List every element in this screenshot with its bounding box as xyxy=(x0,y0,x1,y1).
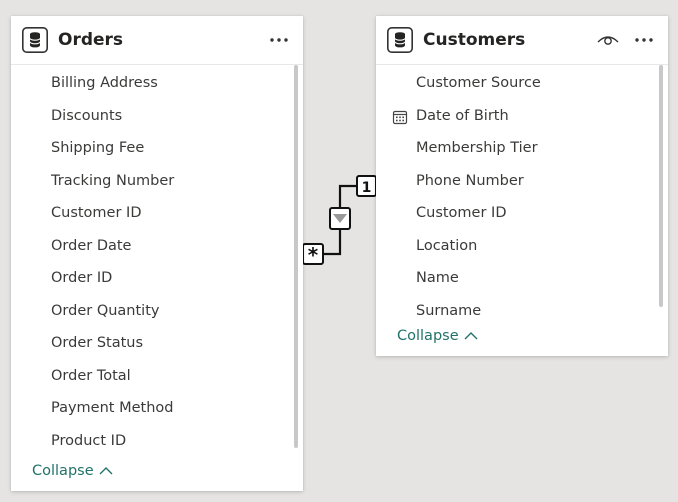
chevron-up-icon xyxy=(464,332,478,340)
orders-table-title: Orders xyxy=(58,30,124,50)
many-cardinality-marker: * xyxy=(302,243,324,267)
one-cardinality-label: 1 xyxy=(362,180,372,196)
orders-field-row[interactable]: Shipping Fee xyxy=(11,134,287,164)
field-label: Order ID xyxy=(51,270,113,286)
orders-field-row[interactable]: Product ID xyxy=(11,427,287,457)
orders-field-row[interactable]: Order ID xyxy=(11,264,287,294)
customers-collapse-button[interactable]: Collapse xyxy=(397,328,478,344)
field-label: Order Status xyxy=(51,335,144,351)
customers-field-row[interactable]: Surname xyxy=(376,297,652,327)
orders-field-row[interactable]: Billing Address xyxy=(11,69,287,99)
orders-field-row[interactable]: Payment Method xyxy=(11,394,287,424)
customers-field-row[interactable]: Name xyxy=(376,264,652,294)
field-label: Customer ID xyxy=(51,205,142,221)
field-label: Order Date xyxy=(51,237,132,254)
visibility-eye-icon[interactable] xyxy=(596,32,620,48)
customers-field-row[interactable]: Membership Tier xyxy=(376,134,652,164)
customers-table-title: Customers xyxy=(423,30,526,50)
orders-scrollbar[interactable] xyxy=(294,65,298,448)
orders-field-row[interactable]: Order Status xyxy=(11,329,287,359)
many-cardinality-label: * xyxy=(308,243,319,267)
field-label: Payment Method xyxy=(51,400,174,416)
customers-field-row[interactable]: Customer Source xyxy=(376,69,652,99)
orders-field-row[interactable]: Customer ID xyxy=(11,199,287,229)
customers-table-card[interactable]: Customers Customer Source Date of Birth Me… xyxy=(376,16,668,356)
filter-direction-icon xyxy=(329,207,351,230)
customers-field-row[interactable]: Location xyxy=(376,232,652,262)
collapse-label: Collapse xyxy=(397,328,459,344)
field-label: Order Total xyxy=(51,367,131,384)
orders-field-row[interactable]: Order Total xyxy=(11,362,287,392)
field-label: Order Quantity xyxy=(51,302,160,319)
table-icon xyxy=(387,27,413,53)
field-label: Customer Source xyxy=(416,75,541,91)
customers-card-header[interactable]: Customers xyxy=(376,16,668,65)
field-label: Shipping Fee xyxy=(51,140,145,156)
chevron-up-icon xyxy=(99,467,113,475)
field-label: Discounts xyxy=(51,107,123,124)
field-label: Customer ID xyxy=(416,205,507,221)
field-label: Location xyxy=(416,237,478,254)
field-label: Phone Number xyxy=(416,172,524,189)
field-label: Membership Tier xyxy=(416,140,538,156)
orders-collapse-button[interactable]: Collapse xyxy=(32,463,113,479)
field-label: Tracking Number xyxy=(51,172,175,189)
orders-table-card[interactable]: Orders Billing Address Discounts Shipping … xyxy=(11,16,303,491)
more-options-icon[interactable] xyxy=(269,32,289,48)
orders-field-row[interactable]: Order Quantity xyxy=(11,297,287,327)
orders-field-row[interactable]: Discounts xyxy=(11,102,287,132)
field-label: Surname xyxy=(416,302,482,319)
field-label: Billing Address xyxy=(51,75,158,91)
field-label: Name xyxy=(416,270,459,286)
calendar-icon xyxy=(392,110,408,124)
field-label: Date of Birth xyxy=(416,107,509,124)
collapse-label: Collapse xyxy=(32,463,94,479)
customers-scrollbar[interactable] xyxy=(659,65,663,307)
table-icon xyxy=(22,27,48,53)
one-cardinality-marker: 1 xyxy=(356,175,377,197)
more-options-icon[interactable] xyxy=(634,32,654,48)
orders-card-header[interactable]: Orders xyxy=(11,16,303,65)
customers-field-row[interactable]: Phone Number xyxy=(376,167,652,197)
customers-field-row[interactable]: Date of Birth xyxy=(376,102,652,132)
orders-field-row[interactable]: Tracking Number xyxy=(11,167,287,197)
orders-field-row[interactable]: Order Date xyxy=(11,232,287,262)
customers-field-row[interactable]: Customer ID xyxy=(376,199,652,229)
field-label: Product ID xyxy=(51,432,127,449)
